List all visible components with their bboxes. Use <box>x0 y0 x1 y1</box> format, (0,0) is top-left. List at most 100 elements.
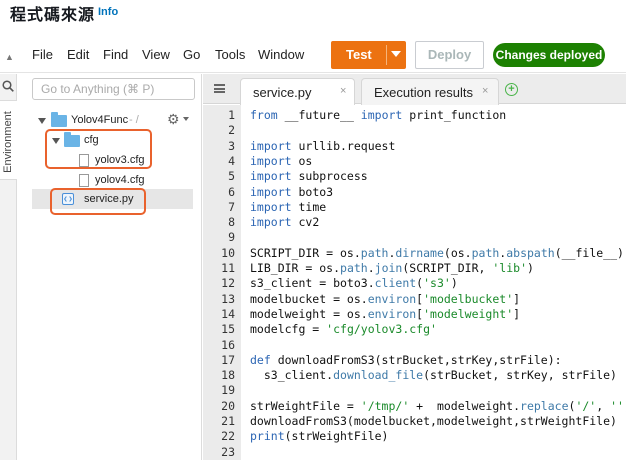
code-token: def <box>250 352 271 367</box>
code-token: ) <box>527 261 534 275</box>
code-token: (__file__)) <box>554 245 626 260</box>
code-line: print(strWeightFile) <box>250 429 388 443</box>
code-line: import time <box>250 200 326 214</box>
code-token: modelcfg = <box>250 322 327 337</box>
root-suffix: - / <box>129 114 139 126</box>
menu-edit[interactable]: Edit <box>67 47 89 62</box>
collapse-icon[interactable]: ▲ <box>5 52 14 62</box>
code-line: s3_client.download_file(strBucket, strKe… <box>250 368 617 382</box>
line-number: 11 <box>221 261 235 275</box>
code-line: import cv2 <box>250 215 319 229</box>
code-token: downloadFromS3(strBucket,strKey,strFile)… <box>270 352 562 367</box>
gear-icon[interactable]: ⚙ <box>167 111 180 128</box>
code-line: modelcfg = 'cfg/yolov3.cfg' <box>250 322 437 336</box>
code-token: import <box>360 108 403 122</box>
line-number: 20 <box>221 398 235 413</box>
test-button[interactable]: Test <box>331 41 406 69</box>
annotation-box-service <box>50 188 146 215</box>
line-number: 7 <box>228 199 235 214</box>
page-title: 程式碼來源 <box>10 5 96 24</box>
deploy-button[interactable]: Deploy <box>415 41 484 69</box>
code-token: '/tmp/' <box>360 398 410 413</box>
line-number-gutter: 1 2 3 4 5 6 7 8 9 10 11 12 13 14 15 16 17 18 19 20 21 22 23 <box>203 105 241 460</box>
menu-view[interactable]: View <box>142 47 170 62</box>
tab-execution-label: Execution results <box>374 85 473 100</box>
code-line: import urllib.request <box>250 139 395 153</box>
line-number: 4 <box>228 153 235 168</box>
code-token: , <box>596 398 611 413</box>
code-token: environ <box>367 291 417 306</box>
line-number: 1 <box>228 108 235 122</box>
line-number: 19 <box>221 383 235 398</box>
code-token: __future__ <box>277 108 361 122</box>
code-line: import os <box>250 154 312 168</box>
tab-menu-icon[interactable] <box>214 84 225 93</box>
menu-bar: ▲ File Edit Find View Go Tools Window Te… <box>0 37 626 73</box>
code-token: (strBucket, strKey, strFile) <box>423 368 617 383</box>
code-line: downloadFromS3(modelbucket,modelweight,s… <box>250 414 617 428</box>
editor-tab-bar: service.py × Execution results × + <box>203 74 626 105</box>
add-tab-icon[interactable]: + <box>505 83 518 96</box>
code-token: import <box>250 138 292 153</box>
test-dropdown-icon[interactable] <box>391 51 401 57</box>
line-number: 14 <box>221 306 235 321</box>
code-token: dirname <box>395 245 444 260</box>
line-number: 9 <box>228 230 235 245</box>
code-line: modelbucket = os.environ['modelbucket'] <box>250 292 520 306</box>
line-number: 2 <box>228 123 235 138</box>
code-editor[interactable]: from __future__ import print_function imp… <box>241 105 626 460</box>
line-number: 10 <box>221 245 235 260</box>
code-token: replace <box>520 398 569 413</box>
code-line: from __future__ import print_function <box>250 108 506 122</box>
code-token: subprocess <box>291 169 368 184</box>
code-line: LIB_DIR = os.path.join(SCRIPT_DIR, 'lib'… <box>250 261 534 275</box>
code-token: path <box>360 245 389 260</box>
code-token: import <box>250 184 292 199</box>
tab-service-label: service.py <box>253 85 312 100</box>
code-token: path <box>471 245 500 260</box>
code-line: SCRIPT_DIR = os.path.dirname(os.path.abs… <box>250 246 626 260</box>
code-line: import boto3 <box>250 185 333 199</box>
code-token: s3_client = boto3. <box>250 276 375 291</box>
tab-service[interactable]: service.py × <box>240 78 355 105</box>
code-token: import <box>250 215 292 230</box>
line-number: 18 <box>221 368 235 383</box>
code-token: '' <box>610 398 624 413</box>
chevron-down-icon[interactable] <box>183 117 189 121</box>
code-token: download_file <box>333 368 424 383</box>
tab-execution-results[interactable]: Execution results × <box>361 78 499 105</box>
line-number: 15 <box>221 322 235 337</box>
code-token: print_function <box>402 108 507 122</box>
close-icon[interactable]: × <box>340 85 346 97</box>
code-token: time <box>291 199 327 214</box>
menu-file[interactable]: File <box>32 47 53 62</box>
menu-tools[interactable]: Tools <box>215 47 245 62</box>
menu-find[interactable]: Find <box>103 47 128 62</box>
expand-icon[interactable] <box>38 118 46 124</box>
goto-anything-input[interactable]: Go to Anything (⌘ P) <box>32 78 195 100</box>
code-line: import subprocess <box>250 169 368 183</box>
search-icon[interactable] <box>2 80 14 92</box>
code-token: strWeightFile = <box>250 398 361 413</box>
root-label: Yolov4Func <box>71 114 129 126</box>
code-token: LIB_DIR = os. <box>250 261 341 275</box>
info-link[interactable]: Info <box>98 6 118 18</box>
line-number: 8 <box>228 215 235 230</box>
menu-go[interactable]: Go <box>183 47 200 62</box>
code-token: modelbucket = os. <box>250 291 368 306</box>
code-token: urllib.request <box>291 138 396 153</box>
file-tree-panel: Go to Anything (⌘ P) Yolov4Func - / ⚙ cf… <box>18 74 202 460</box>
line-number: 17 <box>221 352 235 367</box>
file-yolov4-label: yolov4.cfg <box>95 174 145 186</box>
menu-window[interactable]: Window <box>258 47 304 62</box>
environment-label: Environment <box>2 111 14 173</box>
code-token: import <box>250 169 292 184</box>
code-token: SCRIPT_DIR = os. <box>250 245 361 260</box>
code-token: boto3 <box>291 184 334 199</box>
code-token: environ <box>367 306 417 321</box>
code-token: '/' <box>575 398 597 413</box>
line-number: 12 <box>221 276 235 291</box>
line-number: 22 <box>221 429 235 444</box>
folder-icon <box>51 112 67 127</box>
close-icon[interactable]: × <box>482 85 488 97</box>
